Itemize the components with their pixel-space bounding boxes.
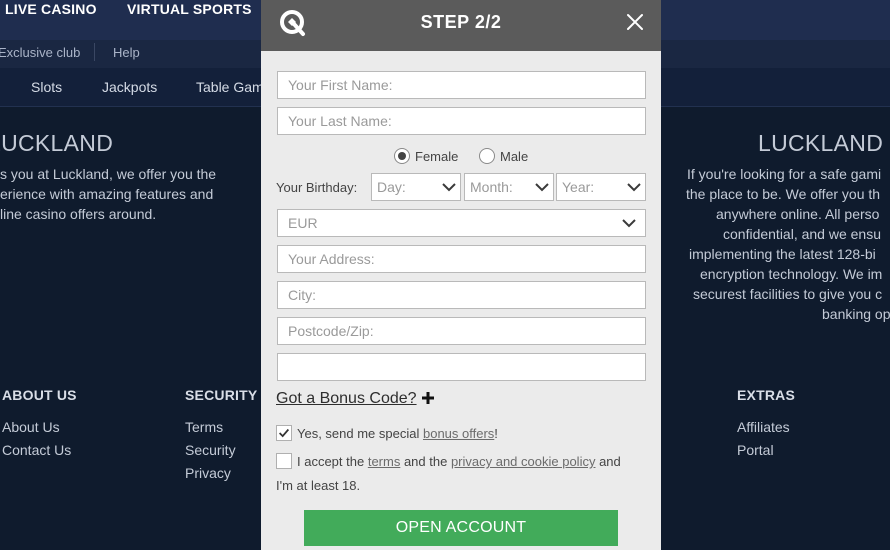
- female-radio[interactable]: [394, 148, 410, 164]
- right-text-line: If you're looking for a safe gami: [687, 166, 882, 182]
- registration-modal: STEP 2/2 Female Male Your Birthday: Day:…: [261, 0, 661, 550]
- footer-security-heading: SECURITY &: [185, 387, 272, 403]
- footer-extras-heading: EXTRAS: [737, 387, 795, 403]
- checkmark-icon: [279, 428, 290, 438]
- male-radio[interactable]: [479, 148, 495, 164]
- bonus-offers-link[interactable]: bonus offers: [423, 426, 494, 441]
- footer-link-portal[interactable]: Portal: [737, 442, 774, 458]
- age-confirmation-text: I'm at least 18.: [276, 478, 361, 493]
- gender-male-option[interactable]: Male: [479, 148, 528, 164]
- terms-text-prefix: I accept the: [297, 454, 368, 469]
- currency-select[interactable]: EUR: [277, 209, 646, 237]
- bonus-offers-label: Yes, send me special bonus offers!: [297, 426, 498, 441]
- bonus-offers-checkbox[interactable]: [276, 425, 292, 441]
- chevron-down-icon: [535, 183, 549, 192]
- first-name-input[interactable]: [277, 71, 646, 99]
- birthday-label: Your Birthday:: [276, 180, 358, 195]
- bonus-code-link[interactable]: Got a Bonus Code?: [276, 390, 417, 408]
- female-label: Female: [415, 148, 459, 164]
- privacy-policy-link[interactable]: privacy and cookie policy: [451, 454, 596, 469]
- postcode-input[interactable]: [277, 317, 646, 345]
- subnav-exclusive-club[interactable]: Exclusive club: [0, 45, 80, 60]
- right-text-line: banking op: [822, 306, 890, 322]
- right-text-line: implementing the latest 128-bi: [689, 246, 876, 262]
- right-text-line: the place to be. We offer you th: [686, 186, 881, 202]
- footer-link-security[interactable]: Security: [185, 442, 236, 458]
- terms-link[interactable]: terms: [368, 454, 401, 469]
- footer-link-affiliates[interactable]: Affiliates: [737, 419, 790, 435]
- terms-label: I accept the terms and the privacy and c…: [297, 454, 621, 469]
- city-input[interactable]: [277, 281, 646, 309]
- birthday-day-select[interactable]: Day:: [371, 173, 461, 201]
- year-select-value: Year:: [562, 179, 595, 195]
- last-name-input[interactable]: [277, 107, 646, 135]
- nav-live-casino[interactable]: LIVE CASINO: [5, 1, 97, 17]
- birthday-year-select[interactable]: Year:: [556, 173, 646, 201]
- chevron-down-icon: [627, 183, 641, 192]
- day-select-value: Day:: [377, 179, 406, 195]
- birthday-month-select[interactable]: Month:: [464, 173, 554, 201]
- category-jackpots[interactable]: Jackpots: [102, 79, 157, 95]
- right-text-line: securest facilities to give you c: [693, 286, 883, 302]
- footer-link-contact-us[interactable]: Contact Us: [2, 442, 71, 458]
- address-input[interactable]: [277, 245, 646, 273]
- subnav-help[interactable]: Help: [113, 45, 140, 60]
- open-account-button[interactable]: OPEN ACCOUNT: [304, 510, 618, 546]
- close-icon[interactable]: [625, 12, 645, 32]
- gender-female-option[interactable]: Female: [394, 148, 458, 164]
- subnav-divider: [94, 43, 95, 61]
- right-text-line: anywhere online. All perso: [716, 206, 880, 222]
- right-text-line: encryption technology. We im: [700, 266, 883, 282]
- left-text-line: erience with amazing features and: [0, 186, 214, 202]
- right-section-heading: LUCKLAND S: [758, 130, 890, 156]
- nav-virtual-sports[interactable]: VIRTUAL SPORTS: [127, 1, 252, 17]
- left-text-line: s you at Luckland, we offer you the: [0, 166, 217, 182]
- terms-text-suffix: and: [595, 454, 621, 469]
- modal-header: STEP 2/2: [261, 0, 661, 51]
- plus-icon[interactable]: [421, 391, 435, 405]
- chevron-down-icon: [622, 219, 636, 228]
- footer-link-about-us[interactable]: About Us: [2, 419, 60, 435]
- modal-title: STEP 2/2: [420, 12, 502, 32]
- chevron-down-icon: [442, 183, 456, 192]
- left-text-line: line casino offers around.: [0, 206, 157, 222]
- extra-input[interactable]: [277, 353, 646, 381]
- category-slots[interactable]: Slots: [31, 79, 62, 95]
- terms-text-middle: and the: [400, 454, 451, 469]
- footer-link-terms[interactable]: Terms: [185, 419, 223, 435]
- offers-text-prefix: Yes, send me special: [297, 426, 423, 441]
- currency-value: EUR: [288, 215, 318, 231]
- footer-link-privacy[interactable]: Privacy: [185, 465, 231, 481]
- terms-checkbox[interactable]: [276, 453, 292, 469]
- category-table-games[interactable]: Table Gam: [196, 79, 264, 95]
- left-section-heading: LUCKLAND: [0, 130, 114, 156]
- offers-text-suffix: !: [494, 426, 498, 441]
- right-text-line: confidential, and we ensu: [723, 226, 881, 242]
- footer-about-heading: ABOUT US: [2, 387, 77, 403]
- male-label: Male: [500, 148, 529, 164]
- month-select-value: Month:: [470, 179, 513, 195]
